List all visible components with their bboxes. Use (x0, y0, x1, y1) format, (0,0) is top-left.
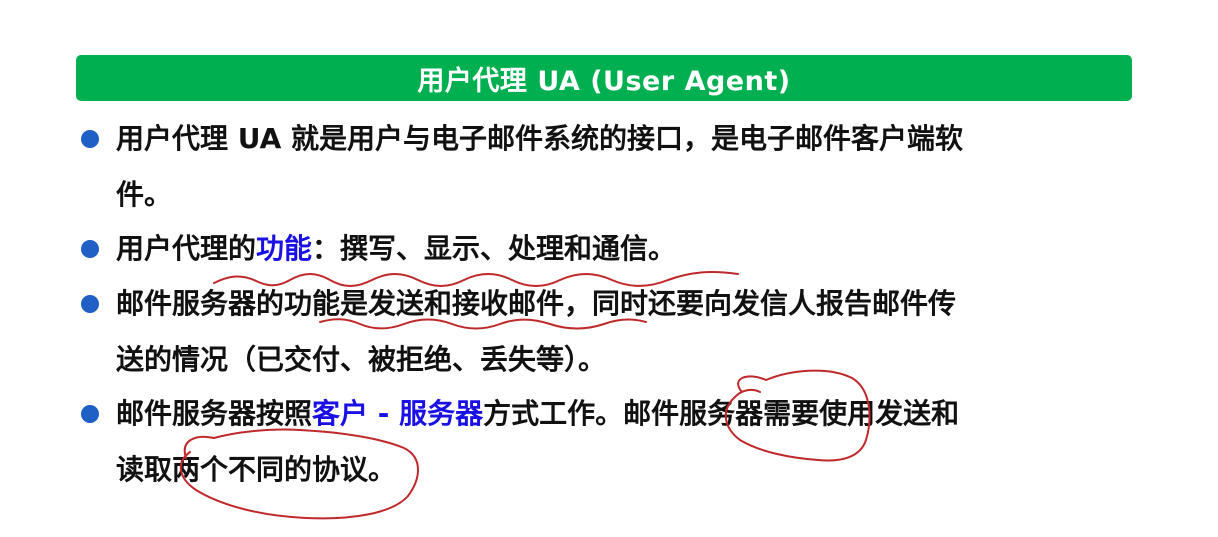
bullet-1-line-2: 件。 (116, 178, 173, 211)
bullet-4-text-before: 邮件服务器按照 (116, 397, 313, 430)
bullet-list: 用户代理 UA 就是用户与电子邮件系统的接口，是电子邮件客户端软 件。 用户代理… (0, 0, 1218, 537)
bullet-2-highlight: 功能 (256, 232, 313, 265)
bullet-4-text-after: 方式工作。邮件服务器需要使用发送和 (483, 397, 960, 430)
bullet-dot-1 (81, 130, 99, 148)
bullet-3-line-1: 邮件服务器的功能是发送和接收邮件，同时还要向发信人报告邮件传 (116, 287, 957, 320)
bullet-4-highlight: 客户 - 服务器 (312, 397, 484, 430)
bullet-dot-2 (81, 240, 99, 258)
bullet-dot-4 (81, 405, 99, 423)
bullet-4-line-2: 读取两个不同的协议。 (116, 453, 397, 486)
bullet-2-text-after: ：撰写、显示、处理和通信。 (312, 232, 677, 265)
bullet-1-line-1: 用户代理 UA 就是用户与电子邮件系统的接口，是电子邮件客户端软 (116, 122, 964, 155)
bullet-3-line-2: 送的情况（已交付、被拒绝、丢失等）。 (116, 343, 607, 376)
bullet-2-line-1: 用户代理的功能：撰写、显示、处理和通信。 (116, 229, 676, 269)
bullet-2-text-before: 用户代理的 (116, 232, 257, 265)
bullet-dot-3 (81, 295, 99, 313)
bullet-4-line-1: 邮件服务器按照客户 - 服务器方式工作。邮件服务器需要使用发送和 (116, 394, 959, 434)
